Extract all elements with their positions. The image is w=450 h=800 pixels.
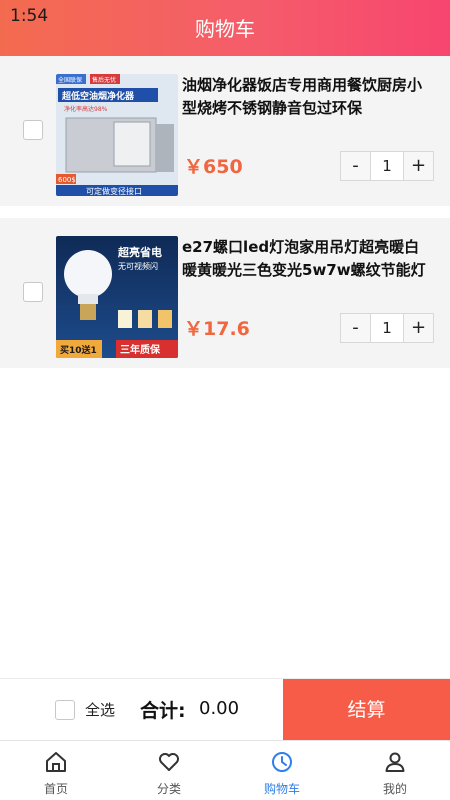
tab-home[interactable]: 首页 (0, 741, 112, 800)
checkout-button[interactable]: 结算 (283, 679, 450, 741)
cart-icon (272, 752, 292, 772)
image-sub: 无可视频闪 (118, 261, 158, 271)
product-image[interactable]: 超亮省电 无可视频闪 买10送1 三年质保 (56, 236, 178, 358)
product-title[interactable]: 油烟净化器饭店专用商用餐饮厨房小型烧烤不锈钢静音包过环保 (182, 74, 432, 120)
image-headline: 超亮省电 (117, 245, 162, 259)
image-badge-right: 售后无忧 (92, 76, 116, 84)
product-price: ￥17.6 (184, 318, 250, 340)
image-footer: 可定做变径接口 (86, 186, 142, 196)
bottom-tabbar: 首页 分类 购物车 我的 (0, 740, 450, 800)
heart-icon (159, 753, 179, 771)
tab-cart[interactable]: 购物车 (226, 741, 338, 800)
cart-list: 全国联保 售后无忧 超低空油烟净化器 净化率高达98% 600$ 可定做变径接口… (0, 56, 450, 678)
decrease-button[interactable]: - (341, 314, 370, 342)
item-checkbox[interactable] (23, 282, 43, 302)
range-hood-image: 全国联保 售后无忧 超低空油烟净化器 净化率高达98% 600$ 可定做变径接口 (56, 74, 178, 196)
quantity-value[interactable]: 1 (370, 152, 404, 180)
image-headline: 超低空油烟净化器 (61, 90, 135, 102)
image-warranty: 三年质保 (120, 343, 161, 356)
tab-category[interactable]: 分类 (113, 741, 225, 800)
page-title: 购物车 (195, 17, 255, 41)
tab-label: 首页 (43, 782, 68, 796)
select-all-label[interactable]: 全选 (85, 699, 115, 720)
decrease-button[interactable]: - (341, 152, 370, 180)
quantity-stepper: - 1 + (340, 151, 434, 181)
top-header: 1:54 购物车 (0, 0, 450, 56)
image-badge-left: 全国联保 (58, 76, 82, 84)
image-price-tag: 600$ (58, 176, 76, 184)
user-icon (385, 752, 405, 772)
select-all-checkbox[interactable] (55, 700, 75, 720)
total-value: 0.00 (199, 698, 240, 719)
total-label: 合计: (140, 700, 186, 722)
tab-profile[interactable]: 我的 (339, 741, 450, 800)
product-title[interactable]: e27螺口led灯泡家用吊灯超亮暖白暖黄暖光三色变光5w7w螺纹节能灯 (182, 236, 432, 282)
product-price: ￥650 (184, 156, 243, 178)
quantity-stepper: - 1 + (340, 313, 434, 343)
cart-item: 全国联保 售后无忧 超低空油烟净化器 净化率高达98% 600$ 可定做变径接口… (0, 56, 450, 206)
product-image[interactable]: 全国联保 售后无忧 超低空油烟净化器 净化率高达98% 600$ 可定做变径接口 (56, 74, 178, 196)
increase-button[interactable]: + (404, 152, 433, 180)
increase-button[interactable]: + (404, 314, 433, 342)
led-bulb-image: 超亮省电 无可视频闪 买10送1 三年质保 (56, 236, 178, 358)
tab-label: 分类 (156, 782, 181, 796)
cart-item: 超亮省电 无可视频闪 买10送1 三年质保 e27螺口led灯泡家用吊灯超亮暖白… (0, 218, 450, 368)
item-checkbox[interactable] (23, 120, 43, 140)
image-promo: 买10送1 (60, 344, 97, 356)
tab-label: 购物车 (263, 782, 300, 796)
tab-label: 我的 (382, 782, 407, 796)
quantity-value[interactable]: 1 (370, 314, 404, 342)
image-sub: 净化率高达98% (64, 105, 108, 113)
home-icon (46, 752, 66, 772)
checkout-bar: 全选 合计: 0.00 结算 (0, 678, 450, 741)
